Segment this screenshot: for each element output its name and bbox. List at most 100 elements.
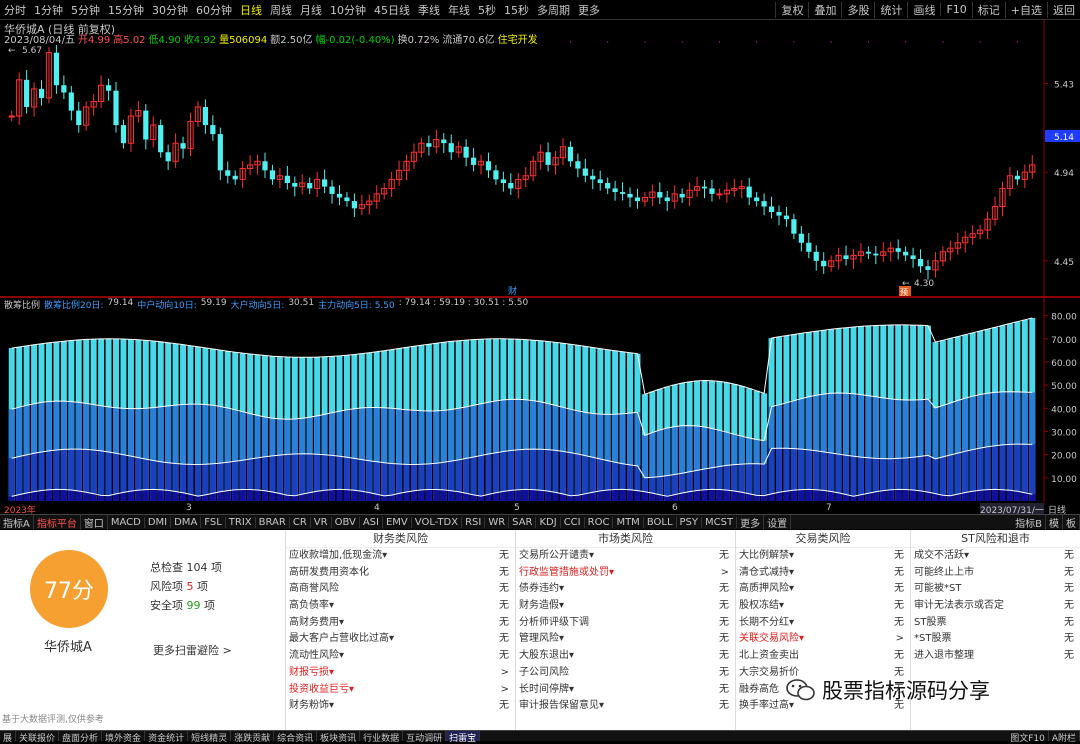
- risk-item[interactable]: 分析师评级下调 无: [516, 615, 735, 632]
- period-7[interactable]: 周线: [266, 2, 296, 18]
- risk-item[interactable]: 股权冻结▾ 无: [736, 598, 910, 615]
- period-10[interactable]: 45日线: [370, 2, 414, 18]
- tab-8[interactable]: BRAR: [256, 516, 290, 528]
- tab-4[interactable]: DMI: [145, 516, 172, 528]
- bottom-tab-0[interactable]: 展: [0, 731, 17, 744]
- bottom-tab-9[interactable]: 行业数据: [360, 731, 404, 744]
- risk-item[interactable]: 应收款增加,低现金流▾ 无: [286, 548, 515, 565]
- period-8[interactable]: 月线: [296, 2, 326, 18]
- tab-17[interactable]: SAR: [509, 516, 537, 528]
- risk-item[interactable]: 管理风险▾ 无: [516, 631, 735, 648]
- tab-15[interactable]: RSI: [462, 516, 486, 528]
- forecast-marker[interactable]: 预: [900, 287, 908, 297]
- risk-item[interactable]: 高质押风险▾ 无: [736, 581, 910, 598]
- tab-3[interactable]: MACD: [108, 516, 145, 528]
- risk-item[interactable]: 债券违约▾ 无: [516, 581, 735, 598]
- period-11[interactable]: 季线: [414, 2, 444, 18]
- bottom-right-panel[interactable]: A附栏: [1049, 731, 1080, 744]
- tab-2[interactable]: 窗口: [81, 514, 108, 530]
- period-9[interactable]: 10分钟: [326, 2, 370, 18]
- tab-20[interactable]: ROC: [585, 516, 614, 528]
- bottom-tab-5[interactable]: 短线精灵: [188, 731, 232, 744]
- risk-item[interactable]: 高财务费用▾ 无: [286, 615, 515, 632]
- tab-7[interactable]: TRIX: [226, 516, 256, 528]
- tab-right-0[interactable]: 指标B: [1012, 514, 1046, 530]
- risk-item[interactable]: 审计无法表示或否定 无: [911, 598, 1080, 615]
- period-3[interactable]: 15分钟: [104, 2, 148, 18]
- tab-right-2[interactable]: 板: [1063, 514, 1080, 530]
- risk-item[interactable]: 最大客户占营收比过高▾ 无: [286, 631, 515, 648]
- tab-12[interactable]: ASI: [360, 516, 383, 528]
- risk-item[interactable]: 北上资金卖出 无: [736, 648, 910, 665]
- risk-item[interactable]: 投资收益巨亏▾ >: [286, 682, 515, 699]
- bottom-tab-10[interactable]: 互动调研: [403, 731, 447, 744]
- risk-item[interactable]: 大比例解禁▾ 无: [736, 548, 910, 565]
- period-1[interactable]: 1分钟: [30, 2, 67, 18]
- period-13[interactable]: 5秒: [474, 2, 500, 18]
- toolbar-btn-6[interactable]: 标记: [971, 1, 1005, 18]
- risk-item[interactable]: ST股票 无: [911, 615, 1080, 632]
- toolbar-btn-0[interactable]: 复权: [775, 1, 808, 18]
- bottom-tab-11[interactable]: 扫雷宝: [446, 731, 481, 744]
- toolbar-btn-1[interactable]: 叠加: [808, 1, 841, 18]
- toolbar-btn-7[interactable]: +自选: [1004, 1, 1047, 18]
- toolbar-btn-5[interactable]: F10: [940, 3, 971, 16]
- period-4[interactable]: 30分钟: [148, 2, 192, 18]
- more-scan-link[interactable]: 更多扫雷避险 >: [153, 642, 232, 658]
- bottom-tab-8[interactable]: 板块资讯: [317, 731, 361, 744]
- risk-item[interactable]: 交易所公开谴责▾ 无: [516, 548, 735, 565]
- risk-item[interactable]: 进入退市整理 无: [911, 648, 1080, 665]
- tab-6[interactable]: FSL: [201, 516, 226, 528]
- tab-9[interactable]: CR: [290, 516, 311, 528]
- tab-23[interactable]: PSY: [677, 516, 703, 528]
- bottom-tab-4[interactable]: 资金统计: [145, 731, 189, 744]
- bottom-tab-3[interactable]: 境外资金: [102, 731, 146, 744]
- tab-21[interactable]: MTM: [613, 516, 644, 528]
- risk-item[interactable]: 可能终止上市 无: [911, 565, 1080, 582]
- tab-16[interactable]: WR: [485, 516, 510, 528]
- period-0[interactable]: 分时: [0, 2, 30, 18]
- chip-ratio-chart[interactable]: 80.00 70.00 60.00 50.00 40.00 30.00 20.00 10.00: [0, 297, 1080, 503]
- risk-item[interactable]: 大股东退出▾ 无: [516, 648, 735, 665]
- tab-25[interactable]: 更多: [737, 514, 765, 530]
- period-12[interactable]: 年线: [444, 2, 474, 18]
- tab-0[interactable]: 指标A: [0, 514, 34, 530]
- tab-right-1[interactable]: 模: [1046, 514, 1063, 530]
- tab-14[interactable]: VOL-TDX: [412, 516, 463, 528]
- period-16[interactable]: 更多: [574, 2, 604, 18]
- tab-11[interactable]: OBV: [332, 516, 360, 528]
- bottom-tab-7[interactable]: 综合资讯: [274, 731, 318, 744]
- risk-item[interactable]: 成交不活跃▾ 无: [911, 548, 1080, 565]
- tab-24[interactable]: MCST: [702, 516, 738, 528]
- toolbar-btn-3[interactable]: 统计: [874, 1, 907, 18]
- risk-item[interactable]: 行政监管措施或处罚▾ >: [516, 565, 735, 582]
- bottom-tab-2[interactable]: 盘面分析: [59, 731, 103, 744]
- financial-report-marker[interactable]: 财: [508, 285, 517, 297]
- risk-item[interactable]: 高研发费用资本化 无: [286, 565, 515, 582]
- risk-item[interactable]: 财务造假▾ 无: [516, 598, 735, 615]
- risk-item[interactable]: 审计报告保留意见▾ 无: [516, 698, 735, 715]
- risk-item[interactable]: 关联交易风险▾ >: [736, 631, 910, 648]
- tab-22[interactable]: BOLL: [644, 516, 677, 528]
- risk-item[interactable]: 流动性风险▾ 无: [286, 648, 515, 665]
- bottom-tab-6[interactable]: 涨跌贡献: [231, 731, 275, 744]
- risk-item[interactable]: *ST股票 无: [911, 631, 1080, 648]
- bottom-right-f10[interactable]: 图文F10: [1007, 731, 1049, 744]
- period-14[interactable]: 15秒: [500, 2, 533, 18]
- risk-item[interactable]: 财务粉饰▾ 无: [286, 698, 515, 715]
- tab-26[interactable]: 设置: [764, 514, 792, 530]
- toolbar-btn-8[interactable]: 返回: [1047, 1, 1080, 18]
- candlestick-chart[interactable]: 5.435.144.944.45· · · · · · · · · · · · · · · · · · · · · · · ·…: [0, 20, 1080, 297]
- tab-18[interactable]: KDJ: [536, 516, 561, 528]
- tab-1[interactable]: 指标平台: [34, 514, 81, 530]
- risk-item[interactable]: 长期不分红▾ 无: [736, 615, 910, 632]
- tab-13[interactable]: EMV: [383, 516, 412, 528]
- risk-item[interactable]: 高商誉风险 无: [286, 581, 515, 598]
- period-15[interactable]: 多周期: [533, 2, 574, 18]
- period-6[interactable]: 日线: [236, 2, 266, 18]
- risk-item[interactable]: 高负债率▾ 无: [286, 598, 515, 615]
- period-5[interactable]: 60分钟: [192, 2, 236, 18]
- tab-5[interactable]: DMA: [171, 516, 202, 528]
- risk-item[interactable]: 长时间停牌▾ 无: [516, 682, 735, 699]
- tab-10[interactable]: VR: [311, 516, 332, 528]
